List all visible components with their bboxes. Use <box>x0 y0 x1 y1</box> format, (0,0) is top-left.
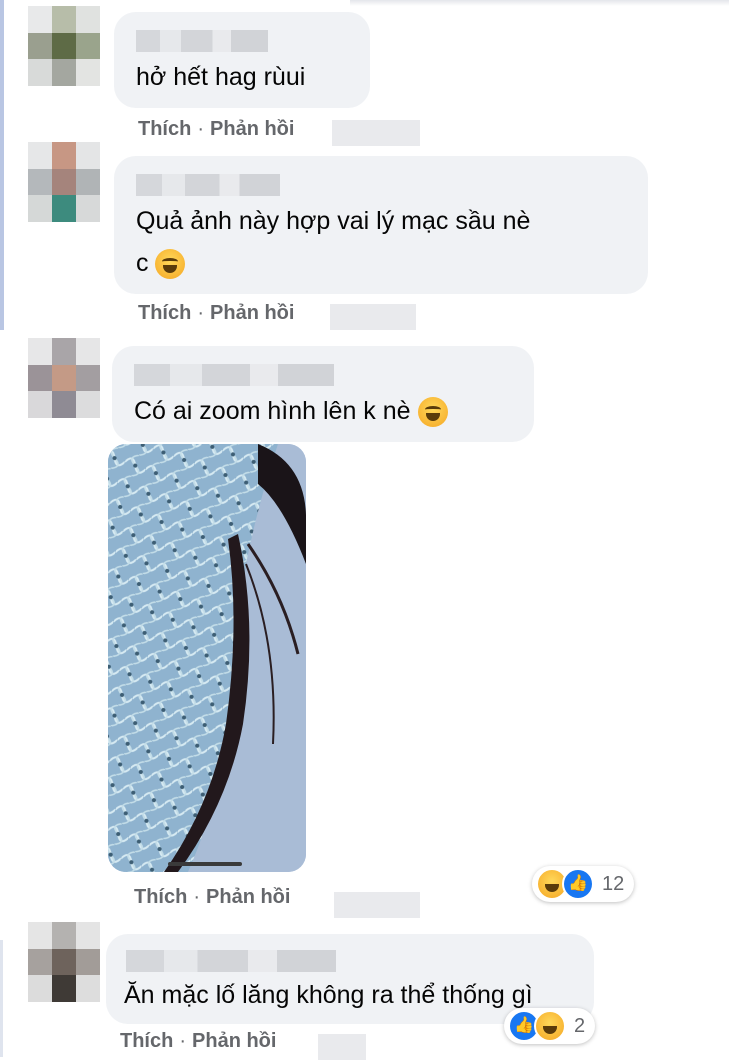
comment-text: Có ai zoom hình lên k nè <box>134 392 448 430</box>
like-link[interactable]: Thích <box>120 1030 173 1052</box>
commenter-name-blurred[interactable] <box>136 174 280 196</box>
timestamp-blurred[interactable] <box>318 1034 366 1060</box>
like-link[interactable]: Thích <box>138 302 191 324</box>
top-divider-shadow <box>350 0 729 6</box>
like-link[interactable]: Thích <box>134 886 187 908</box>
reply-link[interactable]: Phản hồi <box>192 1030 276 1052</box>
avatar[interactable] <box>28 142 100 222</box>
reply-thread-line <box>0 0 4 330</box>
reply-link[interactable]: Phản hồi <box>210 302 294 324</box>
comment-text-line2: c <box>136 249 149 277</box>
timestamp-blurred[interactable] <box>334 892 420 918</box>
reply-thread-line <box>0 940 3 1057</box>
separator-dot: · <box>179 1030 187 1052</box>
comment-text: hở hết hag rùui <box>136 63 306 91</box>
avatar[interactable] <box>28 922 100 1002</box>
comment-actions: Thích · Phản hồi <box>120 1030 276 1053</box>
comment-text: Quả ảnh này hợp vai lý mạc sầu nè <box>136 207 531 235</box>
comment-photo-attachment[interactable] <box>108 444 306 872</box>
separator-dot: · <box>197 118 205 140</box>
separator-dot: · <box>193 886 201 908</box>
reaction-count: 2 <box>574 1014 586 1037</box>
like-reaction-icon <box>562 868 594 900</box>
commenter-name-blurred[interactable] <box>134 364 334 386</box>
separator-dot: · <box>197 302 205 324</box>
like-link[interactable]: Thích <box>138 118 191 140</box>
reaction-summary[interactable]: 12 <box>532 866 635 902</box>
haha-reaction-icon <box>534 1010 566 1042</box>
reaction-summary[interactable]: 2 <box>504 1008 596 1044</box>
reply-link[interactable]: Phản hồi <box>206 886 290 908</box>
comment-text: Ăn mặc lố lăng không ra thể thống gì <box>124 981 533 1009</box>
comment-text-content: Có ai zoom hình lên k nè <box>134 397 411 425</box>
comment-actions: Thích · Phản hồi <box>138 118 294 141</box>
commenter-name-blurred[interactable] <box>136 30 268 52</box>
timestamp-blurred[interactable] <box>330 304 416 330</box>
comment-actions: Thích · Phản hồi <box>138 302 294 325</box>
comment-text: c <box>136 244 186 282</box>
timestamp-blurred[interactable] <box>332 120 420 146</box>
laughing-emoji-icon <box>155 249 186 280</box>
photo-image <box>108 444 306 872</box>
commenter-name-blurred[interactable] <box>126 950 336 972</box>
reply-link[interactable]: Phản hồi <box>210 118 294 140</box>
reaction-count: 12 <box>602 872 625 895</box>
tears-of-joy-emoji-icon <box>417 397 448 428</box>
avatar[interactable] <box>28 6 100 86</box>
comment-actions: Thích · Phản hồi <box>134 886 290 909</box>
avatar[interactable] <box>28 338 100 418</box>
